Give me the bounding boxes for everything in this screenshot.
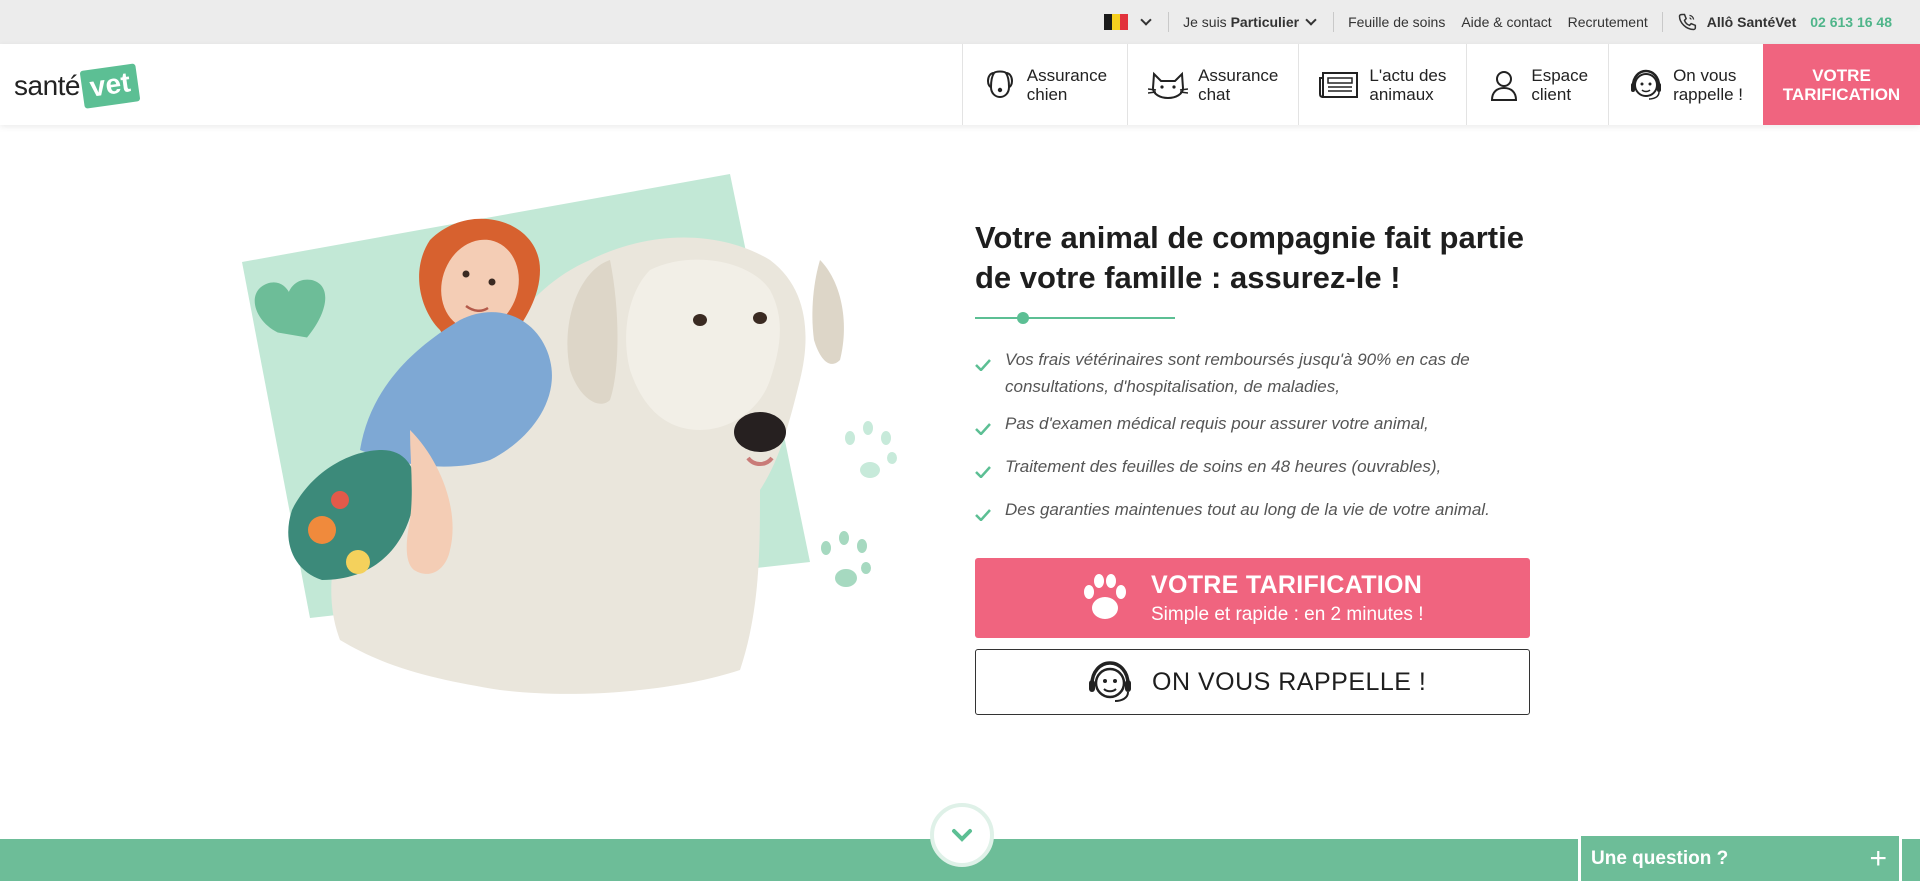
title-divider	[975, 312, 1175, 324]
check-icon	[975, 453, 1005, 486]
list-item: Vos frais vétérinaires sont remboursés j…	[975, 346, 1545, 400]
nav-actu-animaux[interactable]: L'actu des animaux	[1298, 44, 1466, 125]
nav-label-line1: Assurance	[1026, 65, 1108, 85]
top-utility-bar: Je suis Particulier Feuille de soins Aid…	[0, 0, 1920, 44]
cat-icon	[1148, 68, 1189, 102]
profile-prefix: Je suis	[1183, 14, 1227, 30]
hero-title: Votre animal de compagnie fait partie de…	[975, 220, 1524, 295]
votre-tarification-button[interactable]: VOTRE TARIFICATION Simple et rapide : en…	[975, 558, 1530, 638]
headset-icon	[1089, 661, 1131, 702]
profile-selector[interactable]: Je suis Particulier	[1175, 0, 1327, 44]
list-item: Des garanties maintenues tout au long de…	[975, 496, 1545, 529]
chevron-down-icon	[952, 829, 972, 842]
primary-button-subtitle: Simple et rapide : en 2 minutes !	[1151, 603, 1424, 625]
nav-cta-line1: VOTRE	[1812, 65, 1871, 85]
chat-label: Une question ?	[1591, 847, 1729, 869]
newspaper-icon	[1319, 68, 1359, 102]
hero-illustration	[242, 174, 897, 694]
check-icon	[975, 410, 1005, 443]
link-aide-contact[interactable]: Aide & contact	[1453, 0, 1559, 44]
phone-label: Allô SantéVet	[1706, 14, 1797, 30]
check-icon	[975, 346, 1005, 400]
benefit-text: Pas d'examen médical requis pour assurer…	[1005, 414, 1429, 433]
logo-text: santé	[14, 70, 81, 101]
link-recrutement[interactable]: Recrutement	[1560, 0, 1656, 44]
main-header: santé vet Assurance chien Assurance chat L…	[0, 44, 1920, 125]
nav-label-line1: Assurance	[1198, 65, 1279, 85]
link-feuille-de-soins[interactable]: Feuille de soins	[1340, 0, 1453, 44]
nav-label-line2: chat	[1198, 84, 1231, 104]
list-item: Traitement des feuilles de soins en 48 h…	[975, 453, 1545, 486]
nav-assurance-chat[interactable]: Assurance chat	[1127, 44, 1298, 125]
nav-label-line1: On vous	[1673, 65, 1737, 85]
phone-number: 02 613 16 48	[1810, 14, 1892, 30]
nav-assurance-chien[interactable]: Assurance chien	[961, 44, 1127, 125]
benefit-text: Traitement des feuilles de soins en 48 h…	[1005, 457, 1442, 476]
nav-label-line2: chien	[1026, 84, 1068, 104]
nav-label-line1: L'actu des	[1369, 65, 1447, 85]
plus-icon: +	[1869, 841, 1887, 875]
nav-label-line2: rappelle !	[1673, 84, 1743, 104]
primary-button-title: VOTRE TARIFICATION	[1151, 570, 1423, 599]
nav-votre-tarification-button[interactable]: VOTRE TARIFICATION	[1763, 44, 1920, 125]
dog-icon	[983, 68, 1017, 102]
paw-icon	[1084, 574, 1126, 619]
hero-content: Votre animal de compagnie fait partie de…	[975, 218, 1545, 539]
benefit-text: Vos frais vétérinaires sont remboursés j…	[1005, 350, 1470, 396]
logo-badge: vet	[79, 63, 141, 109]
belgium-flag-icon	[1104, 14, 1129, 30]
benefits-list: Vos frais vétérinaires sont remboursés j…	[975, 346, 1545, 529]
paw-print-icon	[821, 531, 871, 587]
nav-label-line2: client	[1531, 84, 1572, 104]
country-selector[interactable]	[1096, 0, 1162, 44]
nav-espace-client[interactable]: Espace client	[1466, 44, 1608, 125]
check-icon	[975, 496, 1005, 529]
chevron-down-icon	[1305, 14, 1317, 26]
phone-contact[interactable]: Allô SantéVet 02 613 16 48	[1669, 0, 1900, 44]
nav-cta-line2: TARIFICATION	[1782, 84, 1901, 104]
nav-label-line1: Espace	[1531, 65, 1589, 85]
paw-print-icon	[845, 421, 897, 478]
headset-icon	[1629, 68, 1663, 102]
user-icon	[1487, 68, 1521, 102]
phone-icon	[1678, 13, 1696, 31]
profile-value: Particulier	[1230, 14, 1300, 30]
list-item: Pas d'examen médical requis pour assurer…	[975, 410, 1545, 443]
scroll-down-button[interactable]	[930, 803, 994, 867]
chevron-down-icon	[1140, 14, 1152, 26]
secondary-button-label: ON VOUS RAPPELLE !	[1152, 667, 1427, 696]
benefit-text: Des garanties maintenues tout au long de…	[1005, 500, 1490, 519]
question-chat-widget[interactable]: Une question ? +	[1578, 833, 1902, 881]
on-vous-rappelle-button[interactable]: ON VOUS RAPPELLE !	[975, 649, 1530, 715]
nav-on-vous-rappelle[interactable]: On vous rappelle !	[1608, 44, 1763, 125]
santevet-logo[interactable]: santé vet	[14, 58, 164, 114]
main-nav: Assurance chien Assurance chat L'actu des a…	[961, 44, 1920, 125]
nav-label-line2: animaux	[1369, 84, 1434, 104]
